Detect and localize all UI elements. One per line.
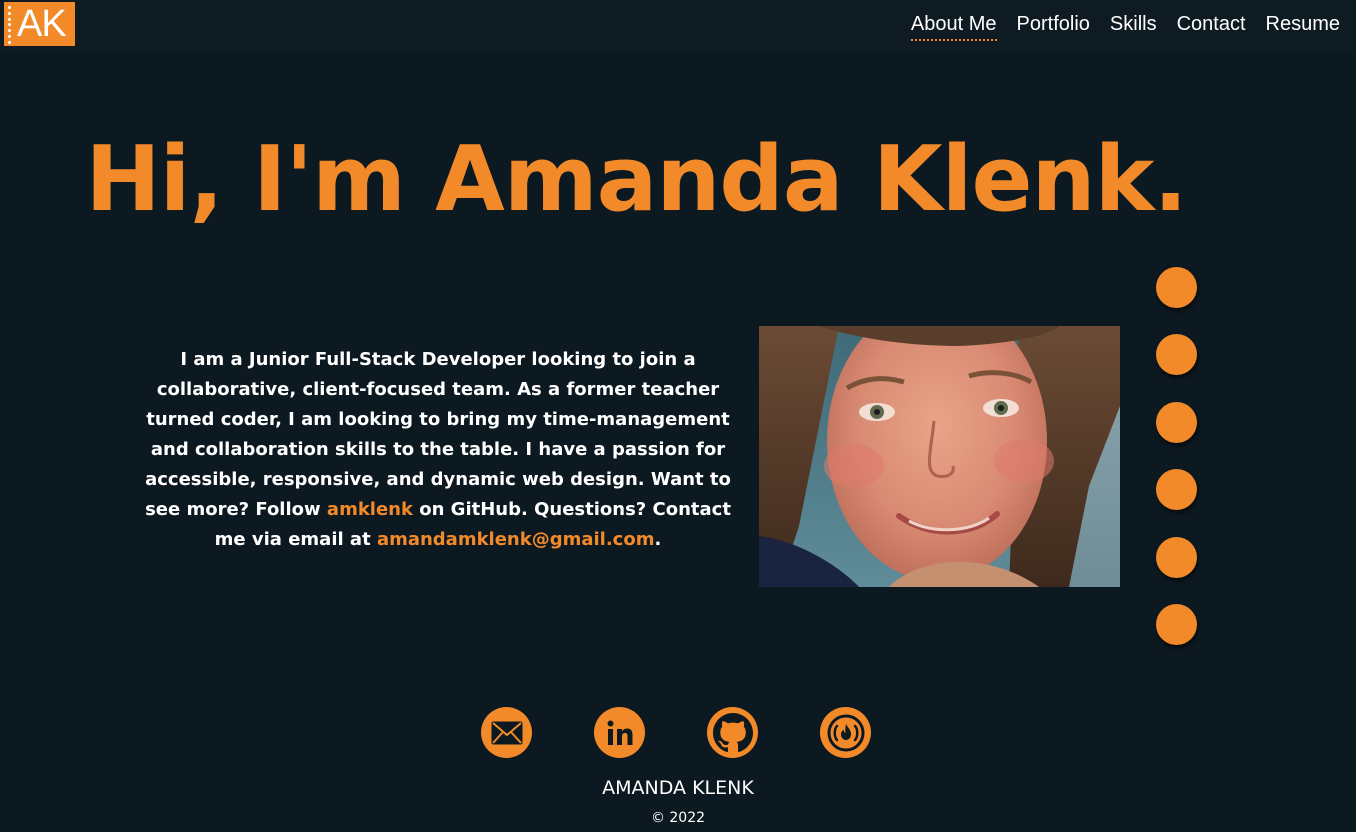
social-links xyxy=(0,707,1356,758)
nav-link-resume[interactable]: Resume xyxy=(1266,11,1340,41)
linkedin-icon[interactable] xyxy=(594,707,645,758)
profile-photo xyxy=(759,326,1120,587)
email-icon[interactable] xyxy=(481,707,532,758)
bio-paragraph: I am a Junior Full-Stack Developer looki… xyxy=(128,345,748,555)
nav-link-about-me[interactable]: About Me xyxy=(910,11,997,41)
freecodecamp-icon[interactable] xyxy=(820,707,871,758)
logo-dots xyxy=(8,6,11,44)
bio-text-1: I am a Junior Full-Stack Developer looki… xyxy=(145,349,731,520)
footer-name: AMANDA KLENK xyxy=(602,777,754,799)
github-icon[interactable] xyxy=(707,707,758,758)
top-navbar: AK About Me Portfolio Skills Contact Res… xyxy=(0,0,1356,51)
nav-link-contact[interactable]: Contact xyxy=(1177,11,1246,41)
section-nav-dot[interactable] xyxy=(1156,537,1197,578)
nav-link-portfolio[interactable]: Portfolio xyxy=(1017,11,1090,41)
logo-text: AK xyxy=(17,3,67,45)
logo[interactable]: AK xyxy=(4,2,75,46)
bio-text-3: . xyxy=(654,529,662,550)
section-nav-dot[interactable] xyxy=(1156,604,1197,645)
section-nav-dot[interactable] xyxy=(1156,469,1197,510)
section-nav-dot[interactable] xyxy=(1156,267,1197,308)
footer-copyright: © 2022 xyxy=(650,810,706,826)
section-nav-dot[interactable] xyxy=(1156,402,1197,443)
nav-link-skills[interactable]: Skills xyxy=(1110,11,1157,41)
email-link[interactable]: amandamklenk@gmail.com xyxy=(377,529,655,550)
main-nav: About Me Portfolio Skills Contact Resume xyxy=(910,11,1340,41)
github-profile-link[interactable]: amklenk xyxy=(327,499,413,520)
section-nav-dot[interactable] xyxy=(1156,334,1197,375)
profile-photo-illustration xyxy=(759,326,1120,587)
hero-title: Hi, I'm Amanda Klenk. xyxy=(85,127,1187,232)
